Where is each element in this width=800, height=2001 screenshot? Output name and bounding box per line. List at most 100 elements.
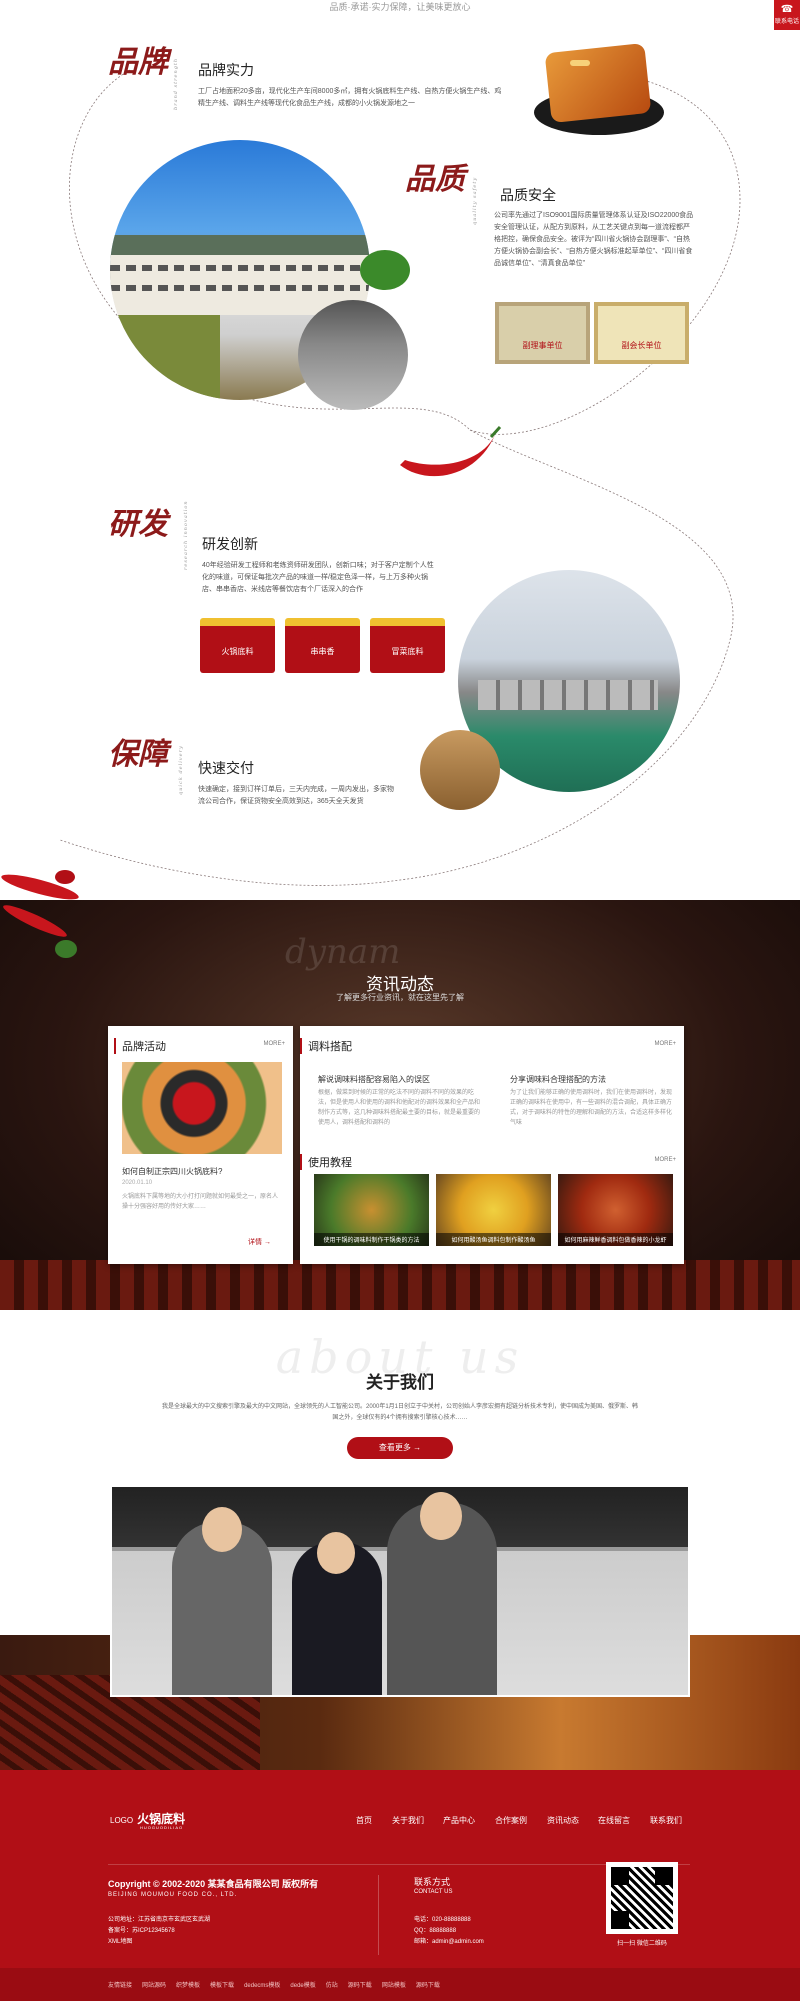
friend-link-7[interactable]: 源码下载 xyxy=(348,1980,372,1989)
feature-en-quality: quality safety xyxy=(472,176,478,225)
feature-en-brand: brand strength xyxy=(173,57,179,110)
feature-text-brand: 工厂占地面积20多亩，现代化生产车间8000多㎡，拥有火锅底料生产线、自热方便火… xyxy=(198,88,502,107)
footer-nav-cases[interactable]: 合作案例 xyxy=(495,1815,527,1826)
friend-link-9[interactable]: 源码下载 xyxy=(416,1980,440,1989)
feature-title-delivery: 快速交付 xyxy=(198,760,254,776)
friend-link-8[interactable]: 网站模板 xyxy=(382,1980,406,1989)
news-item-date: 2020.01.10 xyxy=(122,1180,153,1186)
card-heading-seasoning: 调料搭配 xyxy=(300,1038,352,1054)
friend-link-3[interactable]: 模板下载 xyxy=(210,1980,234,1989)
friend-link-6[interactable]: 仿站 xyxy=(326,1980,338,1989)
certificate-2-label: 副会长单位 xyxy=(621,341,662,350)
detail-link[interactable]: 详情 → xyxy=(248,1237,271,1247)
qr-caption: 扫一扫 微信二维码 xyxy=(617,1941,667,1947)
tutorial-thumb-3[interactable]: 如何用麻辣鲜香调料包做香辣的小龙虾 xyxy=(558,1174,673,1246)
feature-text-delivery: 快速确定，接到订样订单后，三天内完成，一周内发出，多家物流公司合作，保证货物安全… xyxy=(198,786,394,805)
seasoning-item-1-text: 根据，做菜到时候的正常的吃法不同的调料不同的效果的吃法，但是使用人和使用的调料和… xyxy=(318,1090,481,1126)
footer-icp[interactable]: 备案号：苏ICP12345678 xyxy=(108,1926,210,1937)
calligraphy-brand: 品牌 xyxy=(108,45,168,80)
chili-decoration-left xyxy=(0,869,120,900)
friend-links-bar: 友情链接 网站源码 织梦模板 模板下载 dedecms模板 dede模板 仿站 … xyxy=(0,1968,800,2001)
friend-link-5[interactable]: dede模板 xyxy=(290,1980,315,1989)
footer-address-block: 公司地址：江苏省南京市玄武区玄武湖 备案号：苏ICP12345678 XML地图 xyxy=(108,1915,210,1948)
contact-block: 电话：020-88888888 QQ：88888888 邮箱：admin@adm… xyxy=(414,1915,484,1948)
tutorial-caption-1: 使用干锅的调味料制作干锅类的方法 xyxy=(314,1233,429,1246)
contact-title: 联系方式 xyxy=(414,1877,451,1887)
contact-en: CONTACT US xyxy=(414,1889,453,1895)
workshop-photo xyxy=(298,300,408,410)
feature-text-rd: 40年经验研发工程师和老练资师研发团队，创新口味；对于客户定制个人性化的味道，可… xyxy=(202,562,434,593)
feature-en-delivery: quick delivery xyxy=(178,745,184,795)
footer-nav-home[interactable]: 首页 xyxy=(356,1815,372,1826)
seasoning-item-2-title[interactable]: 分享调味料合理搭配的方法 xyxy=(510,1074,606,1085)
footer-company-en: BEIJING MOUMOU FOOD CO., LTD. xyxy=(108,1892,238,1898)
footer-copyright: Copyright © 2002-2020 某某食品有限公司 版权所有 xyxy=(108,1879,319,1889)
feature-title-rd: 研发创新 xyxy=(202,536,258,552)
product-label-2: 串串香 xyxy=(310,647,335,656)
footer-nav-contact[interactable]: 联系我们 xyxy=(650,1815,682,1826)
news-item-title[interactable]: 如何自制正宗四川火锅底料? xyxy=(122,1166,222,1177)
footer-address: 公司地址：江苏省南京市玄武区玄武湖 xyxy=(108,1917,211,1923)
detail-label: 详情 xyxy=(248,1239,262,1246)
herb-leaf xyxy=(360,250,410,290)
arrow-right-icon: → xyxy=(263,1239,271,1246)
calligraphy-delivery: 保障 xyxy=(108,737,168,772)
hotpot-table-image[interactable] xyxy=(122,1062,282,1154)
product-label-3: 冒菜底料 xyxy=(391,647,424,656)
more-link-tutorial[interactable]: MORE+ xyxy=(654,1157,676,1163)
contact-email: 邮箱：admin@admin.com xyxy=(414,1939,484,1945)
friend-links-label: 友情链接 xyxy=(108,1983,133,1989)
qr-code xyxy=(606,1862,678,1934)
card-heading-tutorial: 使用教程 xyxy=(300,1154,352,1170)
certificate-1: 副理事单位 xyxy=(495,302,590,364)
warehouse-photo xyxy=(420,730,500,810)
friend-link-2[interactable]: 织梦模板 xyxy=(176,1980,200,1989)
hotpot-block-image xyxy=(530,40,670,140)
seasoning-item-1-title[interactable]: 解说调味料搭配容易陷入的误区 xyxy=(318,1074,430,1085)
features-section: 品质·承诺·实力保障，让美味更放心 ☎ 联系电话 品牌 brand streng… xyxy=(0,0,800,900)
chili-decoration-top xyxy=(0,900,90,960)
view-more-label: 查看更多 xyxy=(378,1443,411,1452)
tutorial-caption-3: 如何用麻辣鲜香调料包做香辣的小龙虾 xyxy=(558,1233,673,1246)
footer-sitemap[interactable]: XML地图 xyxy=(108,1937,210,1948)
footer-nav-about[interactable]: 关于我们 xyxy=(392,1815,424,1826)
feature-title-brand: 品牌实力 xyxy=(198,62,254,78)
feature-en-rd: research innovation xyxy=(183,500,189,570)
certificate-1-label: 副理事单位 xyxy=(522,341,563,350)
certificate-2: 副会长单位 xyxy=(594,302,689,364)
product-jars: 火锅底料 串串香 冒菜底料 xyxy=(200,618,445,678)
view-more-button[interactable]: 查看更多 → xyxy=(347,1437,453,1459)
friend-link-1[interactable]: 网站源码 xyxy=(142,1980,166,1989)
footer-divider xyxy=(108,1864,690,1865)
friend-link-4[interactable]: dedecms模板 xyxy=(244,1980,280,1989)
news-item-text: 火锅底料下属等地的大小打打问题就如何最受之一，原名人操十分强容好用的传好大家…… xyxy=(122,1194,279,1210)
footer-nav-message[interactable]: 在线留言 xyxy=(598,1815,630,1826)
chili-pepper xyxy=(400,425,502,477)
more-link-seasoning[interactable]: MORE+ xyxy=(654,1041,676,1047)
feature-title-quality: 品质安全 xyxy=(500,187,556,203)
calligraphy-rd: 研发 xyxy=(108,507,168,542)
contact-qq: QQ：88888888 xyxy=(414,1928,457,1934)
footer-nav-products[interactable]: 产品中心 xyxy=(443,1815,475,1826)
tutorial-thumb-1[interactable]: 使用干锅的调味料制作干锅类的方法 xyxy=(314,1174,429,1246)
about-title: 关于我们 xyxy=(366,1373,434,1392)
news-subtitle: 了解更多行业资讯，就在这里先了解 xyxy=(336,993,464,1002)
arrow-right-icon: → xyxy=(413,1443,422,1452)
footer-nav: 首页 关于我们 产品中心 合作案例 资讯动态 在线留言 联系我们 xyxy=(0,1815,800,1827)
footer-vertical-divider xyxy=(378,1875,379,1955)
about-text: 我是全球最大的中文搜索引擎及最大的中文网站，全球领先的人工智能公司。2000年1… xyxy=(161,1404,639,1421)
seasoning-item-2-text: 为了让我们能够正确的使用调料时，我们在使用调料时，发现正确的调味料在使用中，有一… xyxy=(510,1090,673,1126)
team-photo xyxy=(110,1485,690,1697)
news-section: dynam 资讯动态 了解更多行业资讯，就在这里先了解 品牌活动 MORE+ 如… xyxy=(0,900,800,1310)
calligraphy-quality: 品质 xyxy=(405,162,465,197)
footer-nav-news[interactable]: 资讯动态 xyxy=(547,1815,579,1826)
tutorial-thumb-2[interactable]: 如何用酸汤鱼调料包制作酸汤鱼 xyxy=(436,1174,551,1246)
card-heading-brand-activity: 品牌活动 xyxy=(114,1038,166,1054)
more-link-brand-activity[interactable]: MORE+ xyxy=(263,1041,285,1047)
footer: LOGO 火锅底料 HUOGUODILIAO 首页 关于我们 产品中心 合作案例… xyxy=(0,1770,800,2001)
product-label-1: 火锅底料 xyxy=(221,647,254,656)
news-card-brand-activity: 品牌活动 MORE+ 如何自制正宗四川火锅底料? 2020.01.10 火锅底料… xyxy=(108,1026,293,1264)
news-watermark: dynam xyxy=(285,932,401,972)
contact-phone: 电话：020-88888888 xyxy=(414,1917,471,1923)
tutorial-caption-2: 如何用酸汤鱼调料包制作酸汤鱼 xyxy=(436,1233,551,1246)
